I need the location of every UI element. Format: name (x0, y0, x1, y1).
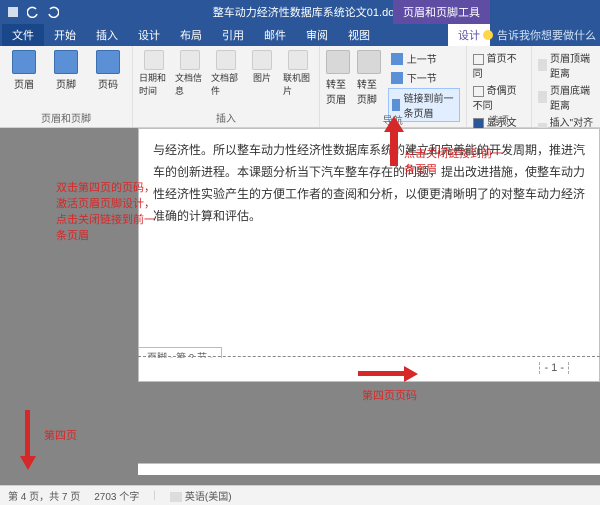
next-section-button[interactable]: 下一节 (388, 69, 460, 86)
tab-references[interactable]: 引用 (212, 24, 254, 46)
quickparts-button[interactable]: 文档部件 (211, 50, 241, 97)
tab-design[interactable]: 设计 (128, 24, 170, 46)
redo-icon[interactable] (46, 5, 60, 19)
header-pos-icon (538, 59, 547, 71)
tab-layout[interactable]: 布局 (170, 24, 212, 46)
next-page-top (138, 463, 600, 475)
group-label-insert: 插入 (139, 110, 313, 125)
footer-separator (138, 356, 600, 357)
tab-view[interactable]: 视图 (338, 24, 380, 46)
status-language[interactable]: 英语(美国) (170, 488, 232, 503)
annotation-left: 双击第四页的页码， 激活页眉页脚设计， 点击关闭链接到前一 条页眉 (56, 180, 155, 244)
annotation-arrow-down (20, 410, 36, 470)
document-body-text: 与经济性。所以整车动力性经济性数据库系统的建立和完善能的开发周期，推进汽车的创新… (153, 139, 585, 227)
status-wordcount[interactable]: 2703 个字 (94, 488, 139, 503)
odd-even-different-checkbox[interactable]: 奇偶页不同 (473, 82, 526, 112)
group-label-hf: 页眉和页脚 (6, 110, 126, 125)
tab-mailings[interactable]: 邮件 (254, 24, 296, 46)
quick-access-toolbar (6, 5, 60, 19)
goto-header-button[interactable]: 转至页眉 (326, 50, 351, 106)
footer-page-number[interactable]: - 1 - (539, 362, 569, 374)
bulb-icon (483, 30, 493, 40)
header-from-top-button[interactable]: 页眉顶端距离 (538, 50, 594, 80)
group-position: 页眉顶端距离 页眉底端距离 插入"对齐方式 . (532, 46, 600, 127)
docinfo-button[interactable]: 文档信息 (175, 50, 205, 97)
page-number-button[interactable]: 页码 (90, 50, 126, 91)
title-bar: 整车动力经济性数据库系统论文01.docx - Word 页眉和页脚工具 (0, 0, 600, 24)
ribbon: 页眉 页脚 页码 页眉和页脚 日期和时间 文档信息 文档部件 图片 联机图片 插… (0, 46, 600, 128)
flag-icon (170, 492, 182, 502)
tell-me-box[interactable]: 告诉我你想要做什么 (483, 27, 596, 43)
annotation-page4-label: 第四页 (44, 428, 77, 444)
document-page[interactable]: 与经济性。所以整车动力性经济性数据库系统的建立和完善能的开发周期，推进汽车的创新… (138, 128, 600, 376)
arrow-down-icon (391, 72, 403, 84)
footer-pos-icon (538, 91, 547, 103)
tab-insert[interactable]: 插入 (86, 24, 128, 46)
tab-review[interactable]: 审阅 (296, 24, 338, 46)
annotation-page-number-label: 第四页页码 (362, 388, 417, 404)
tell-me-text: 告诉我你想要做什么 (497, 27, 596, 43)
group-options: 首页不同 奇偶页不同 显示文档文字 选项 (467, 46, 533, 127)
ribbon-tabs: 文件 开始 插入 设计 布局 引用 邮件 审阅 视图 设计 告诉我你想要做什么 (0, 24, 600, 46)
tab-file[interactable]: 文件 (2, 24, 44, 46)
status-bar: 第 4 页，共 7 页 2703 个字 | 英语(美国) (0, 485, 600, 505)
document-area: 与经济性。所以整车动力性经济性数据库系统的建立和完善能的开发周期，推进汽车的创新… (0, 128, 600, 485)
online-pictures-button[interactable]: 联机图片 (283, 50, 313, 97)
datetime-button[interactable]: 日期和时间 (139, 50, 169, 97)
annotation-arrow-right (358, 366, 418, 382)
save-icon[interactable] (6, 5, 20, 19)
footer-button[interactable]: 页脚 (48, 50, 84, 91)
first-page-different-checkbox[interactable]: 首页不同 (473, 50, 526, 80)
header-button[interactable]: 页眉 (6, 50, 42, 91)
goto-footer-button[interactable]: 转至页脚 (357, 50, 382, 106)
footer-from-bottom-button[interactable]: 页眉底端距离 (538, 82, 594, 112)
undo-icon[interactable] (26, 5, 40, 19)
annotation-top-right: 点击关闭链接到前一 条页眉 (404, 146, 503, 178)
group-navigation: 转至页眉 转至页脚 上一节 下一节 链接到前一条页眉 导航 (320, 46, 467, 127)
tab-home[interactable]: 开始 (44, 24, 86, 46)
pictures-button[interactable]: 图片 (247, 50, 277, 84)
group-insert: 日期和时间 文档信息 文档部件 图片 联机图片 插入 (133, 46, 320, 127)
previous-section-button[interactable]: 上一节 (388, 50, 460, 67)
group-label-options: 选项 (473, 112, 526, 127)
link-icon (392, 99, 400, 111)
arrow-up-icon (391, 53, 403, 65)
contextual-tab-title: 页眉和页脚工具 (393, 0, 490, 24)
group-header-footer: 页眉 页脚 页码 页眉和页脚 (0, 46, 133, 127)
status-page[interactable]: 第 4 页，共 7 页 (8, 488, 80, 503)
annotation-arrow-up (382, 116, 406, 166)
